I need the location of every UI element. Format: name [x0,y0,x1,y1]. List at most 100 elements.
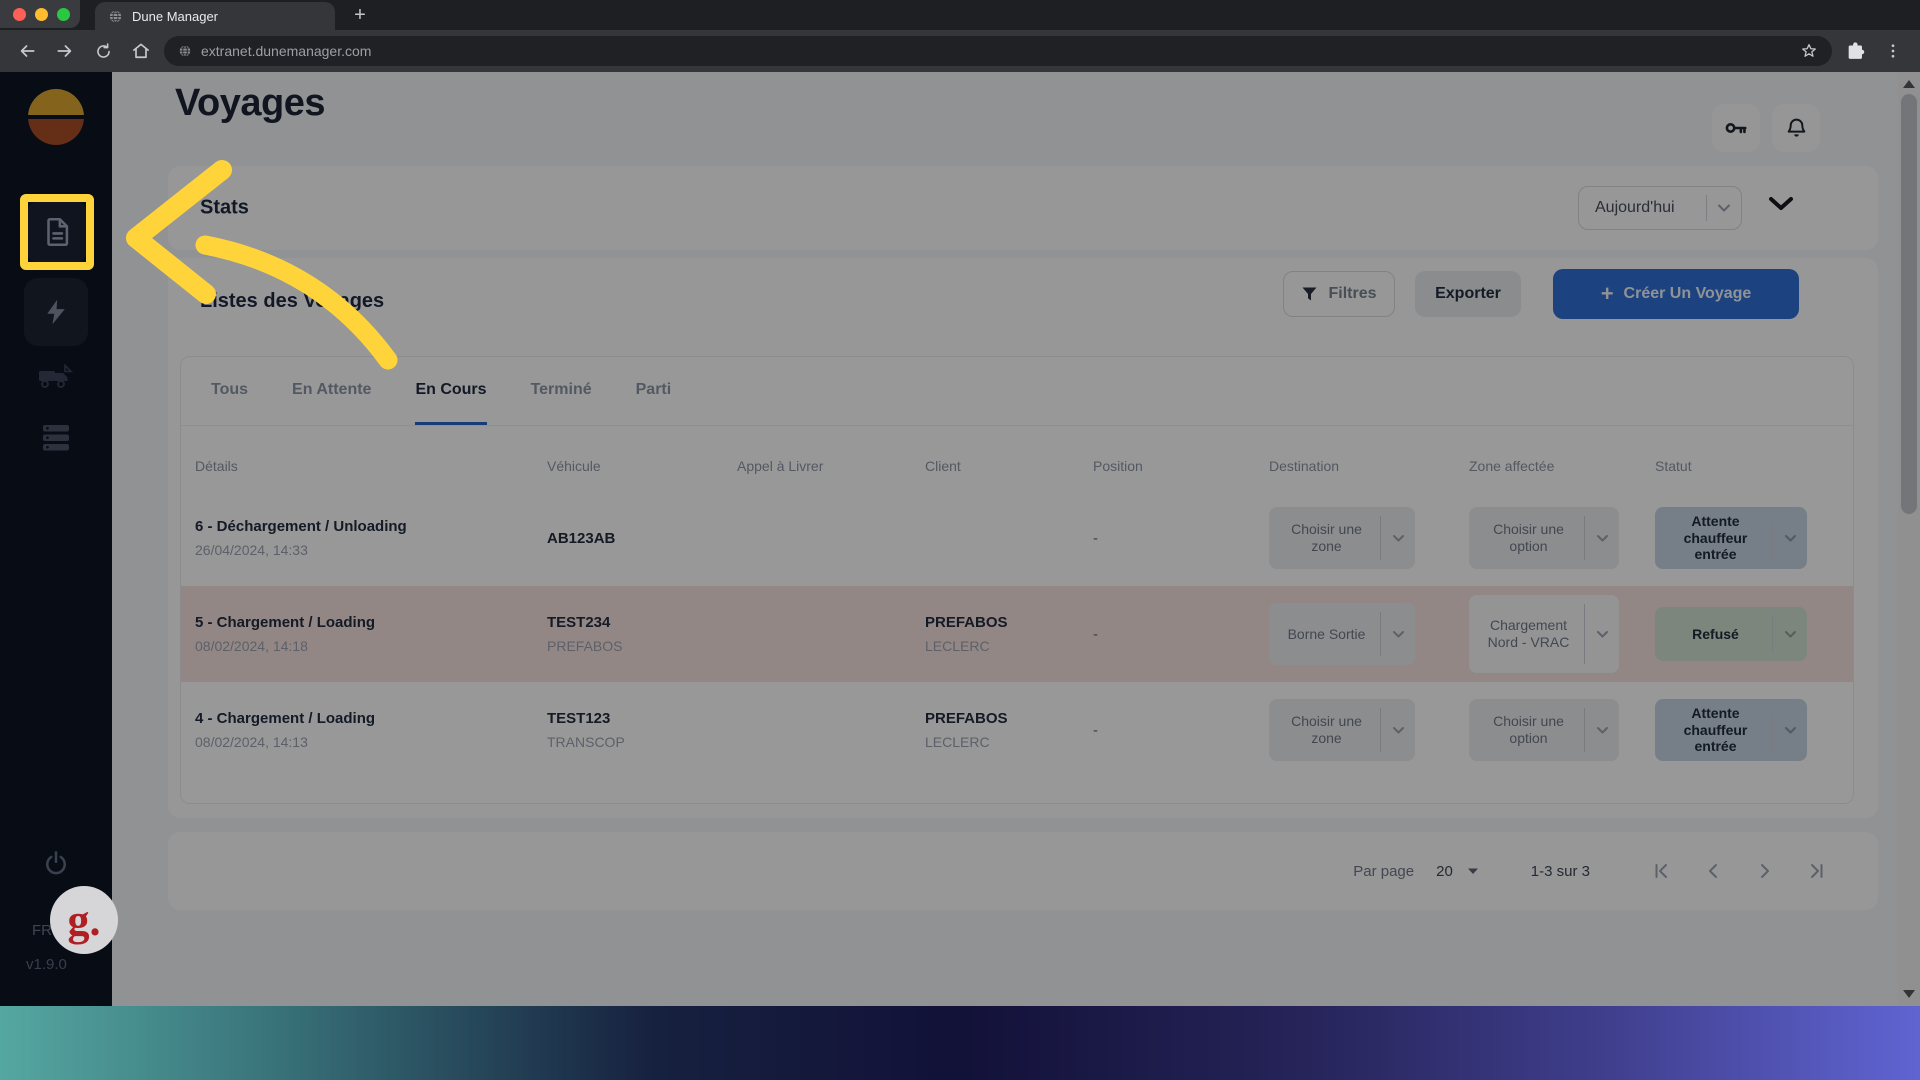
new-tab-button[interactable]: + [347,2,373,28]
col-appel: Appel à Livrer [737,458,925,474]
export-button[interactable]: Exporter [1415,271,1521,317]
sidebar-item-zones[interactable] [0,424,112,452]
browser-tabstrip: Dune Manager + [0,0,1920,30]
client-name: PREFABOS [925,710,1093,727]
chevron-down-icon [1381,507,1415,569]
window-controls [0,0,80,28]
recorder-badge: g. [50,886,118,954]
chevron-down-icon [1768,196,1794,212]
access-keys-button[interactable] [1712,104,1760,152]
table-row[interactable]: 5 - Chargement / Loading 08/02/2024, 14:… [181,586,1853,682]
filters-label: Filtres [1328,285,1376,303]
chevron-down-icon [1773,699,1807,761]
status-select[interactable]: Refusé [1655,607,1807,661]
status-value: Attente chauffeur entrée [1655,699,1772,761]
per-page-value[interactable]: 20 [1436,863,1453,880]
chevron-down-icon [1381,603,1415,665]
client-cell: PREFABOS LECLERC [925,710,1093,750]
scrollbar-thumb[interactable] [1901,94,1917,514]
first-page-button[interactable] [1644,854,1678,888]
create-voyage-button[interactable]: + Créer Un Voyage [1553,269,1799,319]
minimize-window-button[interactable] [35,8,48,21]
per-page-caret-icon[interactable] [1467,867,1479,875]
vehicle-cell: TEST123 TRANSCOP [547,710,737,750]
voyage-date: 26/04/2024, 14:33 [195,542,547,558]
details-cell: 5 - Chargement / Loading 08/02/2024, 14:… [195,614,547,654]
back-button[interactable] [12,36,42,66]
maximize-window-button[interactable] [57,8,70,21]
client-cell: PREFABOS LECLERC [925,614,1093,654]
last-page-button[interactable] [1800,854,1834,888]
details-cell: 6 - Déchargement / Unloading 26/04/2024,… [195,518,547,558]
expand-stats-button[interactable] [1768,196,1794,217]
status-select[interactable]: Attente chauffeur entrée [1655,699,1807,761]
table-header: Détails Véhicule Appel à Livrer Client P… [181,426,1853,490]
vehicle-carrier: TRANSCOP [547,734,737,750]
zone-select[interactable]: Choisir une option [1469,699,1619,761]
desktop-wallpaper [0,1006,1920,1080]
voyage-title: 4 - Chargement / Loading [195,710,547,727]
position-cell: - [1093,530,1269,547]
scroll-down-arrow[interactable] [1903,990,1915,998]
language-selector[interactable]: FR [32,922,52,939]
vehicle-cell: TEST234 PREFABOS [547,614,737,654]
chevron-down-icon [1773,507,1807,569]
scroll-up-arrow[interactable] [1903,80,1915,88]
pagination-bar: Par page 20 1-3 sur 3 [168,832,1878,910]
zone-select[interactable]: Chargement Nord - VRAC [1469,595,1619,673]
destination-value: Borne Sortie [1269,603,1380,665]
destination-select[interactable]: Choisir une zone [1269,507,1415,569]
screen: Dune Manager + extranet.dunemanager.com [0,0,1920,1080]
filters-button[interactable]: Filtres [1283,271,1395,317]
vehicle-cell: AB123AB [547,530,737,547]
destination-value: Choisir une zone [1269,699,1380,761]
export-label: Exporter [1435,285,1501,303]
destination-select[interactable]: Borne Sortie [1269,603,1415,665]
page-scrollbar[interactable] [1898,72,1920,1006]
tab-termine[interactable]: Terminé [531,357,592,425]
previous-page-button[interactable] [1696,854,1730,888]
vehicle-id: AB123AB [547,530,737,547]
browser-menu-icon[interactable] [1878,36,1908,66]
key-icon [1723,115,1749,141]
table-row[interactable]: 4 - Chargement / Loading 08/02/2024, 14:… [181,682,1853,778]
browser-tab[interactable]: Dune Manager [95,2,335,30]
globe-icon [108,9,123,24]
status-cell: Refusé [1655,607,1854,661]
col-client: Client [925,458,1093,474]
destination-cell: Borne Sortie [1269,603,1469,665]
home-button[interactable] [126,36,156,66]
address-bar[interactable]: extranet.dunemanager.com [164,36,1832,66]
period-select[interactable]: Aujourd'hui [1578,186,1742,230]
table-row[interactable]: 6 - Déchargement / Unloading 26/04/2024,… [181,490,1853,586]
voyages-table-card: Tous En Attente En Cours Terminé Parti D… [180,356,1854,804]
col-statut: Statut [1655,458,1854,474]
close-window-button[interactable] [13,8,26,21]
bookmark-star-icon[interactable] [1800,42,1818,60]
destination-select[interactable]: Choisir une zone [1269,699,1415,761]
notifications-button[interactable] [1772,104,1820,152]
chevron-down-icon [1773,607,1807,661]
logout-button[interactable] [0,848,112,878]
power-icon [41,848,71,878]
reload-button[interactable] [88,36,118,66]
zone-select[interactable]: Choisir une option [1469,507,1619,569]
create-voyage-label: Créer Un Voyage [1624,285,1752,303]
client-sub: LECLERC [925,638,1093,654]
vehicle-carrier: PREFABOS [547,638,737,654]
pagination-range: 1-3 sur 3 [1531,863,1590,880]
status-select[interactable]: Attente chauffeur entrée [1655,507,1807,569]
forward-button[interactable] [50,36,80,66]
badge-letter: g. [68,895,101,946]
status-value: Attente chauffeur entrée [1655,507,1772,569]
status-cell: Attente chauffeur entrée [1655,699,1854,761]
destination-cell: Choisir une zone [1269,507,1469,569]
extensions-icon[interactable] [1840,36,1870,66]
destination-value: Choisir une zone [1269,507,1380,569]
tab-title: Dune Manager [132,9,218,24]
next-page-button[interactable] [1748,854,1782,888]
tab-parti[interactable]: Parti [636,357,672,425]
bell-icon [1784,116,1809,141]
zone-value: Choisir une option [1469,699,1584,761]
chevron-down-icon [1585,595,1619,673]
